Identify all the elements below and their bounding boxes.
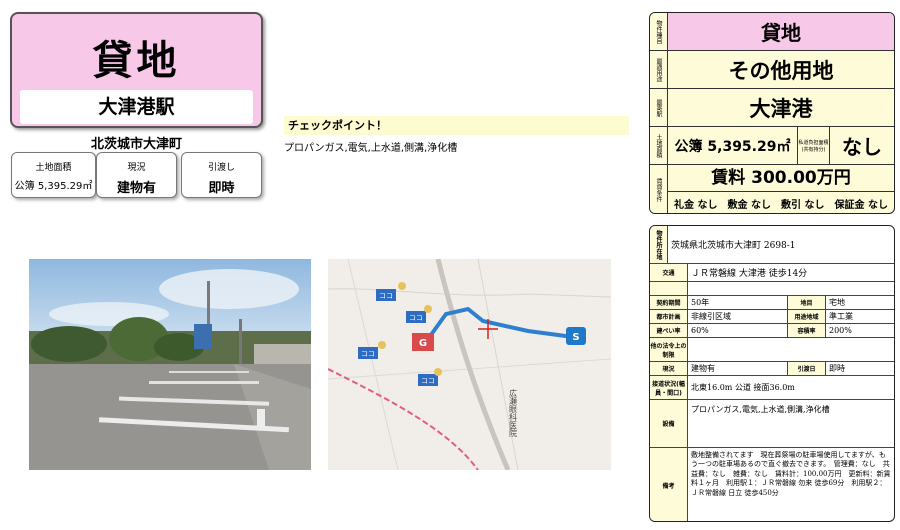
checkpoint-title: チェックポイント！	[284, 116, 629, 135]
map-coco-label-1: ココ	[379, 292, 393, 300]
row-best-use: 最適用途 その他用地	[650, 51, 894, 89]
row-traffic: 交通 ＪＲ常磐線 大津港 徒歩14分	[650, 264, 894, 282]
map-coco-label-2: ココ	[409, 314, 423, 322]
row-status: 現況 建物有 引渡日 即時	[650, 362, 894, 376]
details-table: 物件所在地 茨城県北茨城市大津町 2698-1 交通 ＪＲ常磐線 大津港 徒歩1…	[649, 225, 895, 522]
summary-delivery-box: 引渡し 即時	[181, 152, 262, 198]
summary-status-box: 現況 建物有	[96, 152, 177, 198]
row-location: 物件所在地 茨城県北茨城市大津町 2698-1	[650, 226, 894, 264]
location-map: G S ココ ココ ココ ココ 広瀬眼科医院	[328, 259, 611, 470]
checkpoint-body: プロパンガス,電気,上水道,側溝,浄化槽	[284, 143, 458, 154]
map-coco-label-3: ココ	[361, 350, 375, 358]
title-card: 貸地 大津港駅	[10, 12, 263, 128]
rent-value: 賃料 300.00万円	[668, 165, 894, 192]
row-rent-terms: 賃貸条件 賃料 300.00万円 礼金 なし 敷金 なし 敷引 なし 保証金 な…	[650, 165, 894, 213]
map-coco-label-4: ココ	[421, 377, 435, 385]
address-short: 北茨城市大津町	[90, 137, 182, 152]
map-clinic-label: 広瀬眼科医院	[509, 388, 518, 438]
summary-area-box: 土地面積 公簿 5,395.29㎡	[11, 152, 96, 198]
row-facilities: 設備 プロパンガス,電気,上水道,側溝,浄化槽	[650, 400, 894, 448]
row-station: 最寄駅 大津港	[650, 89, 894, 127]
row-contract: 契約期間 50年 地目 宅地	[650, 296, 894, 310]
summary-table: 物件種目 貸地 最適用途 その他用地 最寄駅 大津港 土地面積 公簿 5,395…	[649, 12, 895, 214]
map-start-marker: S	[572, 332, 579, 343]
site-photo	[29, 259, 311, 470]
row-other-restrictions: 他の法令上の制限	[650, 338, 894, 362]
row-city-plan: 都市計画 非線引区域 用途地域 準工業	[650, 310, 894, 324]
row-property-type: 物件種目 貸地	[650, 13, 894, 51]
row-coverage: 建ぺい率 60% 容積率 200%	[650, 324, 894, 338]
rent-terms: 礼金 なし 敷金 なし 敷引 なし 保証金 なし	[674, 200, 888, 211]
map-goal-marker: G	[419, 338, 427, 349]
row-road-access: 接道状況(幅員・間口) 北東16.0m 公道 接面36.0m	[650, 376, 894, 400]
row-remarks: 備考 敷地整備されてます 現在葬祭場の駐車場使用してますが、もう一つの駐車場ある…	[650, 448, 894, 521]
row-land-area: 土地面積 公簿 5,395.29㎡ 私道負担面積(共有持分) なし	[650, 127, 894, 165]
property-type-title: 貸地	[92, 37, 181, 84]
station-label: 大津港駅	[20, 90, 253, 124]
